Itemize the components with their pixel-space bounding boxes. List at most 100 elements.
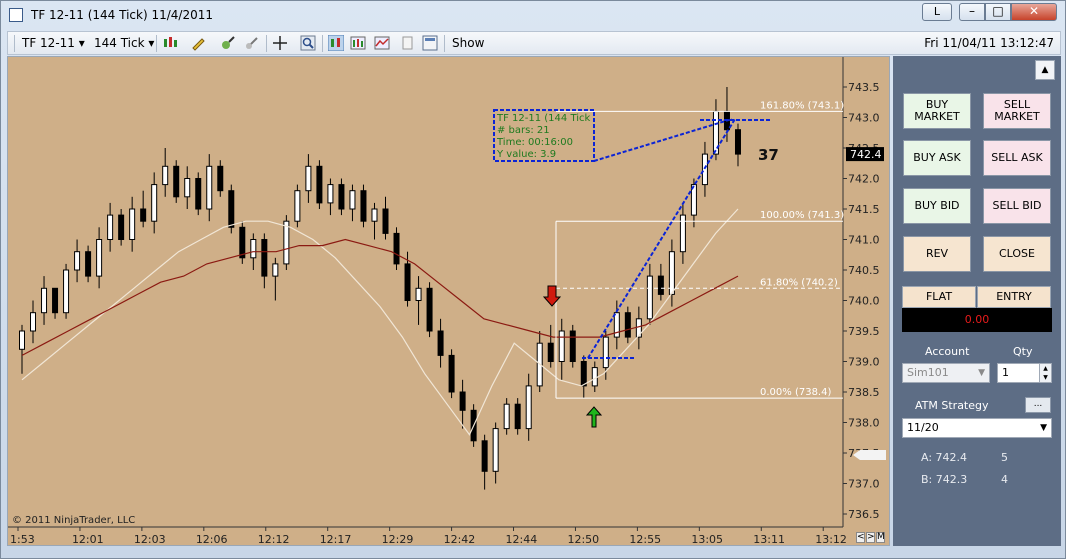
candle-body [74, 251, 81, 271]
candle-body [492, 428, 499, 472]
chevron-up-icon: ▲ [1041, 65, 1049, 75]
x-axis-tick-label: 12:17 [320, 533, 352, 546]
scroll-right-button[interactable]: > [866, 532, 875, 543]
instrument-label: TF 12-11 [22, 36, 75, 50]
candle-body [30, 312, 37, 332]
candle-body [360, 190, 367, 222]
candle-body [349, 190, 356, 210]
scroll-menu-button[interactable]: M [876, 532, 885, 543]
x-axis-tick-label: 12:44 [506, 533, 538, 546]
candle-body [217, 165, 224, 192]
candle-body [239, 226, 246, 259]
candle-body [558, 330, 565, 362]
qty-label: Qty [1013, 345, 1033, 358]
minimize-button[interactable]: – [959, 3, 985, 21]
sell-bid-button[interactable]: SELL BID [983, 188, 1051, 224]
copy-icon[interactable] [400, 35, 416, 51]
instrument-selector[interactable]: TF 12-11 ▾ [22, 36, 85, 50]
candle-body [184, 178, 191, 198]
x-axis-tick-label: 13:05 [691, 533, 723, 546]
chart-trader-panel: ▲ BUY MARKET SELL MARKET BUY ASK SELL AS… [893, 56, 1061, 546]
atm-strategy-value: 11/20 [907, 421, 939, 434]
account-value: Sim101 [907, 366, 949, 379]
strategies-icon[interactable] [350, 35, 366, 51]
candle-body [151, 184, 158, 222]
link-button[interactable]: L [922, 3, 952, 21]
sell-market-button[interactable]: SELL MARKET [983, 93, 1051, 129]
zoom-icon[interactable] [300, 35, 316, 51]
drawing-trend-line[interactable] [593, 118, 733, 162]
sell-ask-button[interactable]: SELL ASK [983, 140, 1051, 176]
candle-body [129, 208, 136, 240]
y-axis-tick-label: 742.0 [848, 173, 880, 186]
price-chart[interactable]: 743.5743.0742.5742.0741.5741.0740.5740.0… [7, 56, 890, 546]
candle-body [118, 214, 125, 241]
y-axis-tick-label: 740.5 [848, 264, 880, 277]
candle-body [272, 263, 279, 277]
x-axis-tick-label: 12:03 [134, 533, 166, 546]
y-axis-tick-label: 743.0 [848, 112, 880, 125]
down-arrow-icon [542, 285, 562, 307]
reverse-button[interactable]: REV [903, 236, 971, 272]
candle-body [701, 153, 708, 186]
info-box-line: Time: 00:16:00 [496, 137, 573, 148]
bar-type-icon[interactable] [162, 35, 178, 51]
interval-label: 144 Tick [94, 36, 145, 50]
y-axis-tick-label: 739.0 [848, 356, 880, 369]
ask-price: A: 742.4 [921, 451, 968, 464]
x-axis-tick-label: 12:12 [258, 533, 290, 546]
candle-body [602, 336, 609, 369]
panel-collapse-button[interactable]: ▲ [1035, 60, 1055, 80]
toolbar-separator [156, 35, 157, 52]
candle-body [580, 361, 587, 387]
chevron-down-icon: ▾ [78, 36, 85, 50]
chevron-down-icon: ▼ [978, 368, 985, 378]
x-axis-tick-label: 13:12 [815, 533, 847, 546]
buy-ask-button[interactable]: BUY ASK [903, 140, 971, 176]
candle-body [569, 330, 576, 362]
chevron-down-icon: ▾ [148, 36, 155, 50]
quantity-stepper[interactable]: 1 ▲ ▼ [997, 363, 1052, 383]
crosshair-icon[interactable] [272, 35, 288, 51]
pnl-display: 0.00 [902, 308, 1052, 332]
candle-body [481, 440, 488, 472]
candle-body [261, 239, 268, 277]
close-window-button[interactable]: ✕ [1011, 3, 1057, 21]
maximize-button[interactable]: □ [985, 3, 1011, 21]
price-chart-svg[interactable]: 743.5743.0742.5742.0741.5741.0740.5740.0… [8, 57, 891, 547]
y-axis-tick-label: 737.0 [848, 478, 880, 491]
atm-strategy-select[interactable]: 11/20 ▼ [902, 418, 1052, 438]
drawing-trend-line[interactable] [587, 118, 736, 359]
scroll-left-button[interactable]: < [856, 532, 865, 543]
y-axis-tick-label: 743.5 [848, 81, 880, 94]
title-bar[interactable]: TF 12-11 (144 Tick) 11/4/2011 L – □ ✕ [1, 1, 1065, 31]
scroll-marker-icon [853, 450, 886, 460]
spinner-arrows-icon[interactable]: ▲ ▼ [1039, 364, 1051, 382]
y-axis-tick-label: 736.5 [848, 508, 880, 521]
show-button[interactable]: Show [452, 36, 484, 50]
account-select[interactable]: Sim101 ▼ [902, 363, 990, 383]
buy-bid-button[interactable]: BUY BID [903, 188, 971, 224]
toolbar-grip [14, 35, 15, 52]
pencil-icon[interactable] [190, 35, 206, 51]
fibonacci-level-label: 0.00% (738.4) [760, 387, 831, 398]
y-axis-tick-label: 738.0 [848, 417, 880, 430]
candle-body [679, 214, 686, 253]
account-label: Account [925, 345, 970, 358]
atm-strategy-options-button[interactable]: ... [1025, 397, 1051, 413]
interval-selector[interactable]: 144 Tick ▾ [94, 36, 154, 50]
buy-market-button[interactable]: BUY MARKET [903, 93, 971, 129]
chart-trader-icon[interactable] [328, 35, 344, 51]
close-position-button[interactable]: CLOSE [983, 236, 1051, 272]
toolbar-separator [266, 35, 267, 52]
candle-body [52, 287, 59, 314]
draw-tool-icon[interactable] [220, 35, 236, 51]
indicators-icon[interactable] [374, 35, 390, 51]
info-box-line: Y value: 3.9 [496, 149, 556, 160]
candle-body [525, 385, 532, 430]
toolbar-separator [444, 35, 445, 52]
remove-drawings-icon[interactable] [244, 35, 260, 51]
y-axis-tick-label: 740.0 [848, 295, 880, 308]
y-axis-tick-label: 741.0 [848, 234, 880, 247]
properties-icon[interactable] [422, 35, 438, 51]
